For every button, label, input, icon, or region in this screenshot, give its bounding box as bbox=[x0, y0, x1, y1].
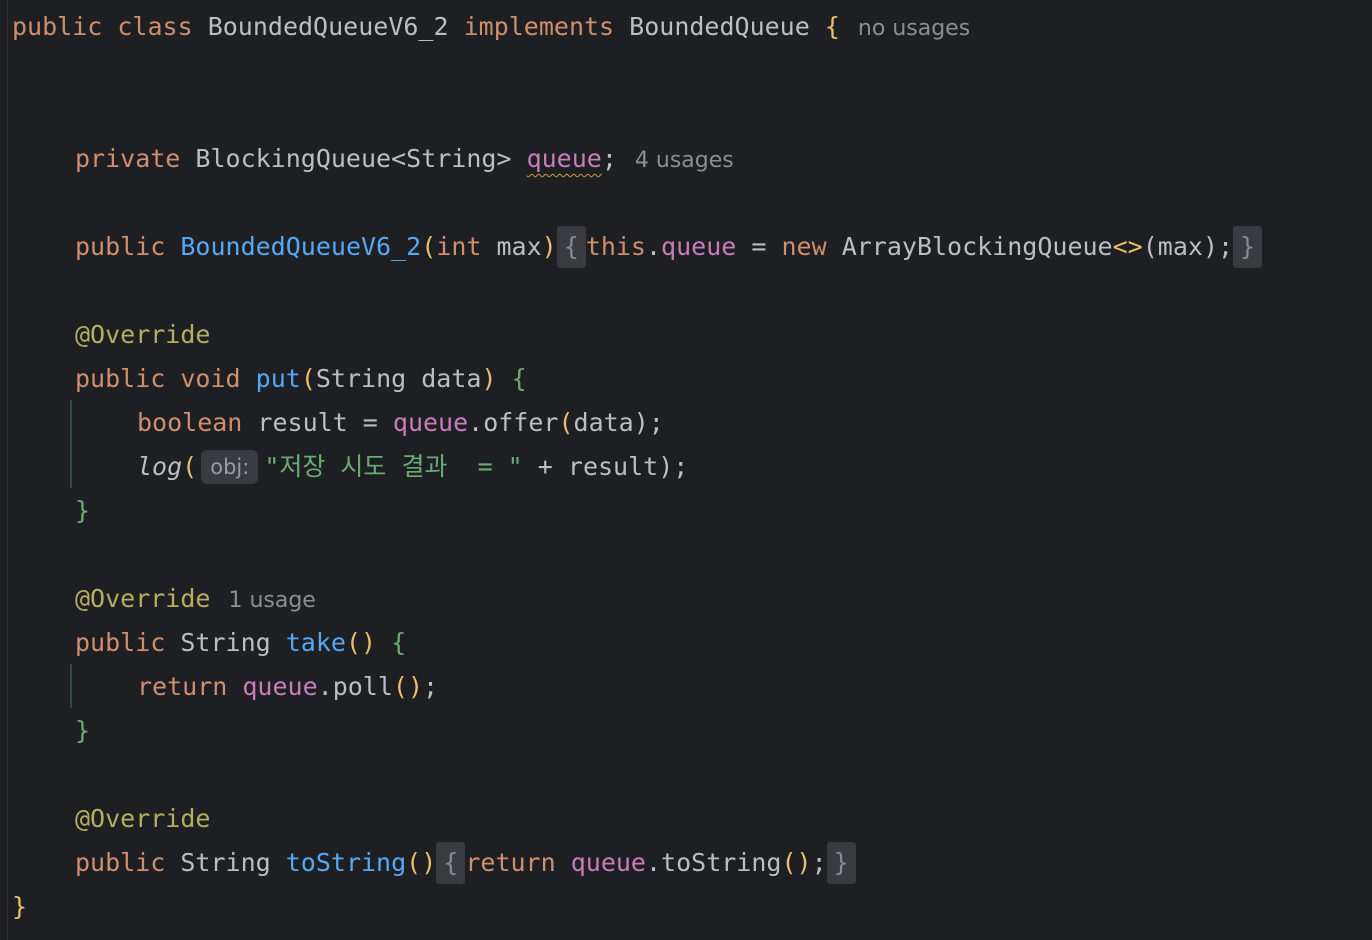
code-line-class-decl[interactable]: public class BoundedQueueV6_2 implements… bbox=[12, 5, 970, 49]
assign-op: = bbox=[736, 232, 782, 261]
code-line-tostring[interactable]: public String toString(){return queue.to… bbox=[75, 841, 856, 885]
field-type: BlockingQueue<String> bbox=[195, 144, 512, 173]
code-line-put-body-2[interactable]: log(obj: "저장 시도 결과 = " + result); bbox=[137, 445, 688, 489]
field-ref-queue[interactable]: queue bbox=[661, 232, 736, 261]
keyword-this: this bbox=[585, 232, 646, 261]
call-tostring-parens: () bbox=[781, 848, 812, 877]
keyword-int: int bbox=[436, 232, 482, 261]
indent-guide-take bbox=[70, 664, 72, 708]
keyword-public: public bbox=[12, 12, 103, 41]
keyword-public: public bbox=[75, 364, 166, 393]
method-name-put[interactable]: put bbox=[256, 364, 301, 393]
string-literal: "저장 시도 결과 = " bbox=[264, 452, 523, 481]
call-tostring[interactable]: .toString bbox=[646, 848, 781, 877]
usage-hint-field[interactable]: 4 usages bbox=[635, 148, 734, 173]
keyword-return: return bbox=[137, 672, 228, 701]
code-line-put-close[interactable]: } bbox=[75, 489, 90, 533]
code-line-put-signature[interactable]: public void put(String data) { bbox=[75, 357, 527, 401]
field-ref-queue[interactable]: queue bbox=[242, 672, 317, 701]
gutter-divider bbox=[7, 0, 8, 940]
usage-hint-take[interactable]: 1 usage bbox=[228, 588, 315, 613]
assign-op: = bbox=[347, 408, 393, 437]
code-line-class-close[interactable]: } bbox=[12, 885, 27, 929]
keyword-class: class bbox=[117, 12, 193, 41]
diamond-operator: <> bbox=[1112, 232, 1143, 261]
parameter-hint-obj: obj: bbox=[201, 450, 259, 484]
field-ref-queue[interactable]: queue bbox=[571, 848, 646, 877]
put-open-brace: { bbox=[511, 364, 527, 393]
keyword-boolean: boolean bbox=[137, 408, 243, 437]
usage-hint-class[interactable]: no usages bbox=[858, 16, 970, 41]
keyword-implements: implements bbox=[463, 12, 615, 41]
keyword-private: private bbox=[75, 144, 181, 173]
constructor-name[interactable]: BoundedQueueV6_2 bbox=[180, 232, 421, 261]
code-line-take-signature[interactable]: public String take() { bbox=[75, 621, 406, 665]
fold-close-brace[interactable]: } bbox=[826, 842, 856, 884]
interface-name[interactable]: BoundedQueue bbox=[629, 12, 810, 41]
method-name-take[interactable]: take bbox=[286, 628, 346, 657]
keyword-public: public bbox=[75, 232, 166, 261]
put-close-paren: ) bbox=[481, 364, 497, 393]
constructor-close-paren: ) bbox=[541, 232, 557, 261]
code-line-field-decl[interactable]: private BlockingQueue<String> queue; 4 us… bbox=[75, 137, 734, 181]
offer-open-paren: ( bbox=[558, 408, 574, 437]
take-open-brace: { bbox=[391, 628, 407, 657]
call-offer[interactable]: .offer bbox=[468, 408, 558, 437]
indent-guide-put bbox=[70, 400, 72, 488]
take-close-brace: } bbox=[75, 716, 91, 745]
class-name[interactable]: BoundedQueueV6_2 bbox=[208, 12, 449, 41]
annotation-override: @Override bbox=[75, 584, 211, 613]
fold-open-brace[interactable]: { bbox=[436, 842, 466, 884]
method-name-tostring[interactable]: toString bbox=[286, 848, 406, 877]
log-close: ); bbox=[658, 452, 689, 481]
class-close-brace: } bbox=[12, 892, 28, 921]
code-editor[interactable]: public class BoundedQueueV6_2 implements… bbox=[0, 0, 1372, 940]
class-open-brace: { bbox=[824, 12, 840, 41]
arg-data: data bbox=[573, 408, 634, 437]
code-line-put-annotation[interactable]: @Override bbox=[75, 313, 210, 357]
annotation-override: @Override bbox=[75, 320, 211, 349]
poll-parens: () bbox=[392, 672, 424, 701]
keyword-return: return bbox=[465, 848, 556, 877]
field-ref-queue[interactable]: queue bbox=[393, 408, 468, 437]
fold-open-brace[interactable]: { bbox=[556, 226, 586, 268]
return-type-string: String bbox=[180, 848, 271, 877]
code-line-take-body[interactable]: return queue.poll(); bbox=[137, 665, 438, 709]
keyword-new: new bbox=[781, 232, 827, 261]
field-semicolon: ; bbox=[601, 144, 617, 173]
call-log[interactable]: log bbox=[137, 452, 182, 481]
constructor-args: (max); bbox=[1142, 232, 1234, 261]
put-close-brace: } bbox=[75, 496, 91, 525]
annotation-override: @Override bbox=[75, 804, 211, 833]
tostring-parens: () bbox=[406, 848, 437, 877]
param-type-string: String bbox=[315, 364, 407, 393]
code-line-constructor[interactable]: public BoundedQueueV6_2(int max){this.qu… bbox=[75, 225, 1263, 269]
take-parens: () bbox=[345, 628, 377, 657]
code-line-take-annotation[interactable]: @Override 1 usage bbox=[75, 577, 316, 621]
constructor-open-paren: ( bbox=[421, 232, 437, 261]
keyword-void: void bbox=[180, 364, 241, 393]
code-line-tostring-annotation[interactable]: @Override bbox=[75, 797, 210, 841]
code-line-put-body-1[interactable]: boolean result = queue.offer(data); bbox=[137, 401, 664, 445]
param-data: data bbox=[421, 364, 482, 393]
call-poll[interactable]: .poll bbox=[318, 672, 393, 701]
param-max: max bbox=[496, 232, 542, 261]
new-type[interactable]: ArrayBlockingQueue bbox=[842, 232, 1113, 261]
keyword-public: public bbox=[75, 848, 166, 877]
semicolon: ; bbox=[811, 848, 827, 877]
return-type-string: String bbox=[180, 628, 271, 657]
dot: . bbox=[645, 232, 662, 261]
var-result: result bbox=[257, 408, 348, 437]
put-open-paren: ( bbox=[300, 364, 316, 393]
field-name-queue[interactable]: queue bbox=[527, 144, 602, 173]
fold-close-brace[interactable]: } bbox=[1233, 226, 1263, 268]
semicolon: ; bbox=[423, 672, 439, 701]
offer-close: ); bbox=[633, 408, 664, 437]
code-line-take-close[interactable]: } bbox=[75, 709, 90, 753]
keyword-public: public bbox=[75, 628, 166, 657]
concat-result: + result bbox=[522, 452, 659, 481]
log-open-paren: ( bbox=[182, 452, 198, 481]
